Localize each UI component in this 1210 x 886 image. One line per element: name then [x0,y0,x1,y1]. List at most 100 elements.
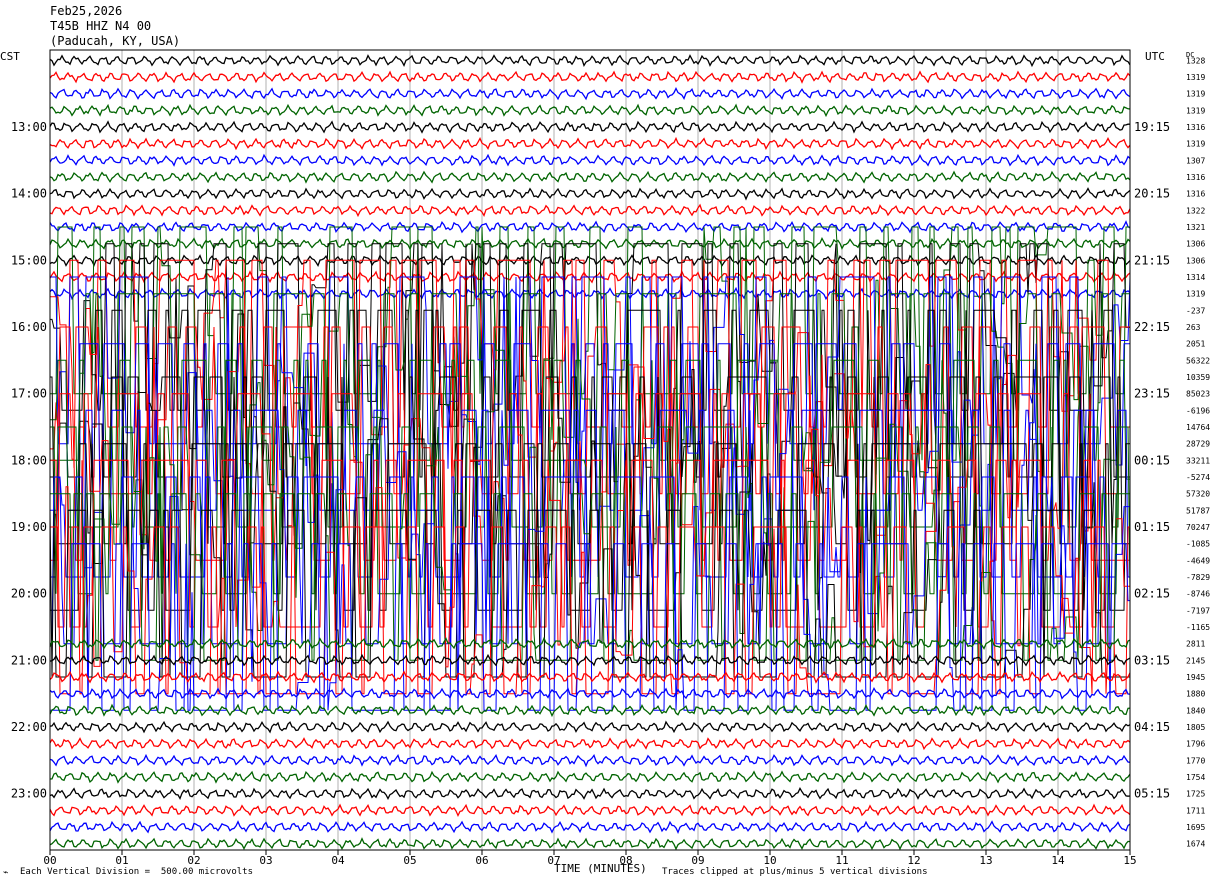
utc-hour-label: 20:15 [1134,187,1170,201]
left-axis-title: CST [0,50,20,63]
dc-offset-label: 1796 [1186,740,1205,749]
footer-vertical-division: Each Vertical Division = 500.00 microvol… [20,867,253,877]
dc-offset-label: 1319 [1186,290,1205,299]
dc-offset-label: 2811 [1186,640,1205,649]
x-tick-label: 06 [475,854,488,867]
x-tick-label: 10 [763,854,776,867]
dc-offset-label: 1711 [1186,806,1205,815]
dc-offset-label: 1840 [1186,706,1205,715]
trace-line [49,170,1131,184]
dc-offset-label: 85023 [1186,390,1210,399]
dc-offset-label: -61962 [1186,406,1210,415]
x-tick-label: 02 [187,854,200,867]
trace-line [49,120,1130,134]
dc-offset-label: 33211 [1186,456,1210,465]
trace-line [49,103,1131,118]
utc-hour-label: 05:15 [1134,787,1170,801]
dc-offset-label: 1319 [1186,90,1205,99]
utc-hour-label: 01:15 [1134,520,1170,534]
dc-offset-label: 1319 [1186,140,1205,149]
dc-offset-label: 1321 [1186,223,1205,232]
dc-offset-label: 1314 [1186,273,1205,282]
dc-offset-label: 2145 [1186,656,1205,665]
cst-hour-label: 15:00 [11,253,47,267]
dc-offset-label: 28729 [1186,440,1210,449]
dc-offset-label: 56322 [1186,356,1210,365]
dc-offset-label: 1770 [1186,756,1205,765]
utc-hour-label: 04:15 [1134,720,1170,734]
dc-offset-label: 70247 [1186,523,1210,532]
dc-offset-label: 1322 [1186,206,1205,215]
cst-hour-label: 23:00 [11,787,47,801]
dc-offset-label: 1306 [1186,240,1205,249]
helicorder-plot: 00 01 02 03 04 05 06 07 08 09 10 11 12 13 14 1513281319… [0,49,1210,867]
cst-hour-label: 20:00 [11,587,47,601]
trace-line [49,787,1131,801]
utc-hour-label: 03:15 [1134,653,1170,667]
dc-offset-label: 1880 [1186,690,1205,699]
dc-offset-label: -237 [1186,306,1205,315]
x-tick-label: 13 [979,854,992,867]
trace-line [49,820,1131,834]
utc-hour-label: 19:15 [1134,120,1170,134]
dc-offset-label: 147641 [1186,423,1210,432]
dc-offset-label: -78291 [1186,573,1210,582]
footer-marker-icon: ⌁ [3,868,9,878]
dc-offset-label: 1945 [1186,673,1205,682]
dc-offset-label: 1319 [1186,106,1205,115]
x-tick-label: 09 [691,854,704,867]
trace-line [49,737,1131,751]
cst-hour-label: 19:00 [11,520,47,534]
dc-offset-label: 1306 [1186,256,1205,265]
dc-offset-label: 1674 [1186,840,1205,849]
x-tick-label: 14 [1051,854,1065,867]
footer-xlabel: TIME (MINUTES) [554,862,647,875]
trace-line [49,753,1131,768]
utc-hour-label: 02:15 [1134,587,1170,601]
dc-offset-label: 1725 [1186,790,1205,799]
dc-offset-label: 263 [1186,323,1201,332]
utc-hour-label: 21:15 [1134,253,1170,267]
dc-offset-label: -52740 [1186,473,1210,482]
utc-hour-label: 23:15 [1134,387,1170,401]
dc-offset-label: -11657 [1186,623,1210,632]
right-axis-title: UTC [1145,50,1165,63]
trace-line [49,54,1131,68]
dc-offset-label: -108597 [1186,540,1210,549]
trace-line [49,770,1131,784]
cst-hour-label: 21:00 [11,653,47,667]
utc-hour-label: 00:15 [1134,453,1170,467]
dc-offset-label: 57320 [1186,490,1210,499]
footer-clip-note: Traces clipped at plus/minus 5 vertical … [662,867,928,877]
dc-offset-label: -71971 [1186,606,1210,615]
dc-offset-label: 103594 [1186,373,1210,382]
trace-line [49,203,1131,218]
trace-line [49,87,1131,101]
trace-line [49,153,1131,167]
trace-line [49,136,1131,151]
trace-line [49,653,1131,667]
cst-hour-label: 14:00 [11,187,47,201]
x-tick-label: 12 [907,854,920,867]
dc-offset-label: -8746 [1186,590,1210,599]
dc-offset-label: 1316 [1186,123,1205,132]
dc-offset-label: 2051 [1186,340,1205,349]
utc-hour-label: 22:15 [1134,320,1170,334]
dc-offset-label: 1695 [1186,823,1205,832]
dc-offset-label: 1754 [1186,773,1205,782]
cst-hour-label: 16:00 [11,320,47,334]
cst-hour-label: 13:00 [11,120,47,134]
x-tick-label: 04 [331,854,345,867]
seismic-traces [49,54,1131,851]
x-tick-label: 03 [259,854,272,867]
cst-hour-label: 17:00 [11,387,47,401]
dc-offset-label: 1319 [1186,73,1205,82]
dc-offset-label: 1316 [1186,190,1205,199]
dc-offset-label: 1805 [1186,723,1205,732]
x-tick-label: 00 [43,854,56,867]
dc-offset-label: -4649 [1186,556,1210,565]
cst-hour-label: 18:00 [11,453,47,467]
dc-offset-label: 51787 [1186,506,1210,515]
dc-offset-label: 1307 [1186,156,1205,165]
x-tick-label: 05 [403,854,416,867]
